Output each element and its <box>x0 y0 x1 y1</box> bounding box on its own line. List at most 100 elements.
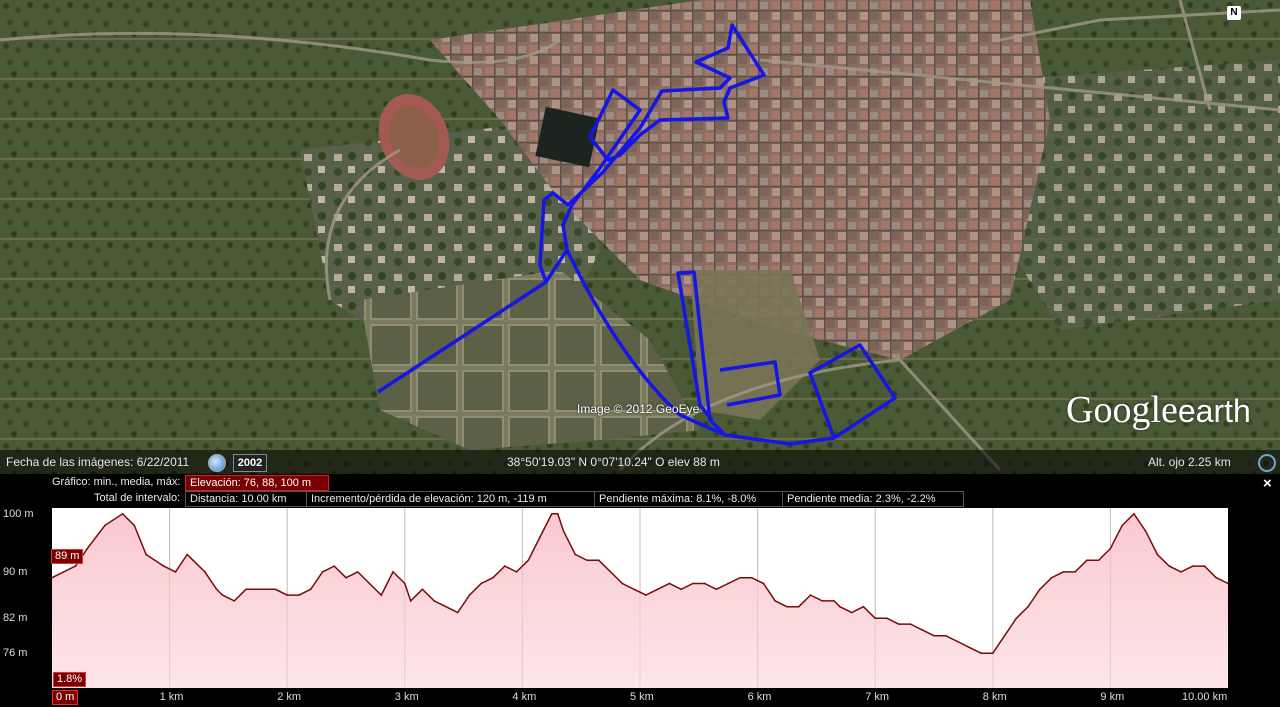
x-tick-label: 6 km <box>747 691 772 703</box>
elevation-summary[interactable]: Elevación: 76, 88, 100 m <box>185 475 329 491</box>
historical-year-button[interactable]: 2002 <box>233 454 267 472</box>
status-bar: Fecha de las imágenes: 6/22/2011 2002 38… <box>0 450 1280 474</box>
range-total-label: Total de intervalo: <box>94 492 181 504</box>
x-tick-label: 10.00 km <box>1182 691 1228 703</box>
logo-google-text: Google <box>1066 389 1178 431</box>
elevation-point <box>833 600 835 602</box>
elevation-point <box>221 594 224 596</box>
y-tick-label: 100 m <box>3 507 34 520</box>
elevation-point <box>480 582 483 585</box>
elevation-point <box>345 576 347 579</box>
elevation-point <box>574 553 577 556</box>
elevation-point <box>656 588 659 591</box>
elevation-point <box>174 571 177 573</box>
elevation-point <box>274 588 277 591</box>
elevation-point <box>433 600 436 602</box>
elevation-point <box>515 571 518 573</box>
elevation-point <box>821 600 824 602</box>
elevation-point <box>503 565 506 567</box>
imagery-copyright: Image © 2012 GeoEye <box>577 402 700 416</box>
elevation-point <box>562 530 565 533</box>
elevation-point <box>968 646 971 649</box>
elevation-point <box>551 513 553 515</box>
elevation-point <box>1156 553 1159 556</box>
elevation-point <box>1003 634 1006 637</box>
x-tick-label: 4 km <box>512 691 537 703</box>
elevation-point <box>404 582 406 585</box>
elevation-point <box>421 588 424 591</box>
graph-label: Gráfico: min., media, máx: <box>52 476 181 488</box>
elevation-point <box>104 524 106 527</box>
elevation-point <box>1203 565 1206 567</box>
elevation-point <box>1109 547 1112 550</box>
elevation-point <box>933 634 935 637</box>
elevation-point <box>1191 565 1194 567</box>
elevation-point <box>121 513 124 515</box>
elevation-point <box>1074 571 1076 573</box>
elevation-point <box>921 629 924 631</box>
elevation-point <box>245 588 247 591</box>
elevation-point <box>233 600 236 602</box>
elevation-point <box>839 605 841 608</box>
cursor-slope-tag: 1.8% <box>53 672 87 687</box>
google-earth-logo: Googleearth <box>1066 388 1251 432</box>
elevation-point <box>539 536 541 538</box>
north-compass-icon[interactable]: N <box>1227 6 1241 20</box>
x-tick-label: 7 km <box>865 691 890 703</box>
imagery-date: Fecha de las imágenes: 6/22/2011 <box>6 455 190 469</box>
elevation-point <box>944 634 947 637</box>
elevation-point <box>715 588 718 591</box>
elevation-point <box>786 605 788 608</box>
elevation-point <box>774 600 777 602</box>
elevation-point <box>1180 571 1182 573</box>
elevation-point <box>162 565 165 567</box>
elevation-point <box>797 605 800 608</box>
close-icon[interactable]: × <box>1263 475 1272 492</box>
elevation-point <box>298 594 300 596</box>
y-tick-label: 76 m <box>3 647 28 660</box>
map-view[interactable]: N Image © 2012 GeoEye Googleearth Fecha … <box>0 0 1280 474</box>
elevation-point <box>586 559 588 562</box>
elevation-point <box>609 571 612 573</box>
elevation-point <box>874 617 876 620</box>
elevation-point <box>133 524 136 527</box>
elevation-point <box>409 600 412 602</box>
elevation-point <box>309 588 312 591</box>
elevation-point <box>527 559 530 562</box>
elevation-point <box>468 594 471 596</box>
elevation-point <box>956 640 959 643</box>
y-tick-label: 82 m <box>3 612 28 625</box>
elevation-point <box>621 582 624 585</box>
elevation-point <box>321 571 324 573</box>
x-tick-label: 9 km <box>1100 691 1125 703</box>
elevation-point <box>286 594 288 596</box>
logo-earth-text: earth <box>1177 393 1251 429</box>
elevation-point <box>1097 559 1100 562</box>
elevation-point <box>368 582 371 585</box>
elevation-gain-loss-stat: Incremento/pérdida de elevación: 120 m, … <box>306 491 595 507</box>
elevation-point <box>380 594 383 596</box>
elevation-point <box>1144 530 1147 533</box>
elevation-profile-panel: Gráfico: min., media, máx: Elevación: 76… <box>0 474 1280 707</box>
elevation-point <box>556 513 559 515</box>
elevation-point <box>262 588 265 591</box>
eye-altitude: Alt. ojo 2.25 km <box>1148 455 1231 469</box>
elevation-point <box>186 553 189 556</box>
elevation-point <box>215 588 218 591</box>
elevation-point <box>680 588 682 591</box>
x-tick-label: 8 km <box>982 691 1007 703</box>
elevation-point <box>1015 617 1018 620</box>
max-slope-stat: Pendiente máxima: 8.1%, -8.0% <box>594 491 784 507</box>
x-tick-label: 2 km <box>277 691 302 703</box>
historical-imagery-clock-icon[interactable] <box>208 454 226 472</box>
elevation-point <box>633 588 635 591</box>
elevation-point <box>1133 513 1135 515</box>
cursor-elevation-tag: 89 m <box>51 549 84 564</box>
elevation-point <box>645 594 647 596</box>
elevation-point <box>1215 576 1218 579</box>
elevation-point <box>445 605 447 608</box>
elevation-point <box>897 623 900 625</box>
elevation-point <box>204 571 206 573</box>
y-tick-label: 90 m <box>3 565 28 578</box>
elevation-chart[interactable] <box>52 508 1228 688</box>
